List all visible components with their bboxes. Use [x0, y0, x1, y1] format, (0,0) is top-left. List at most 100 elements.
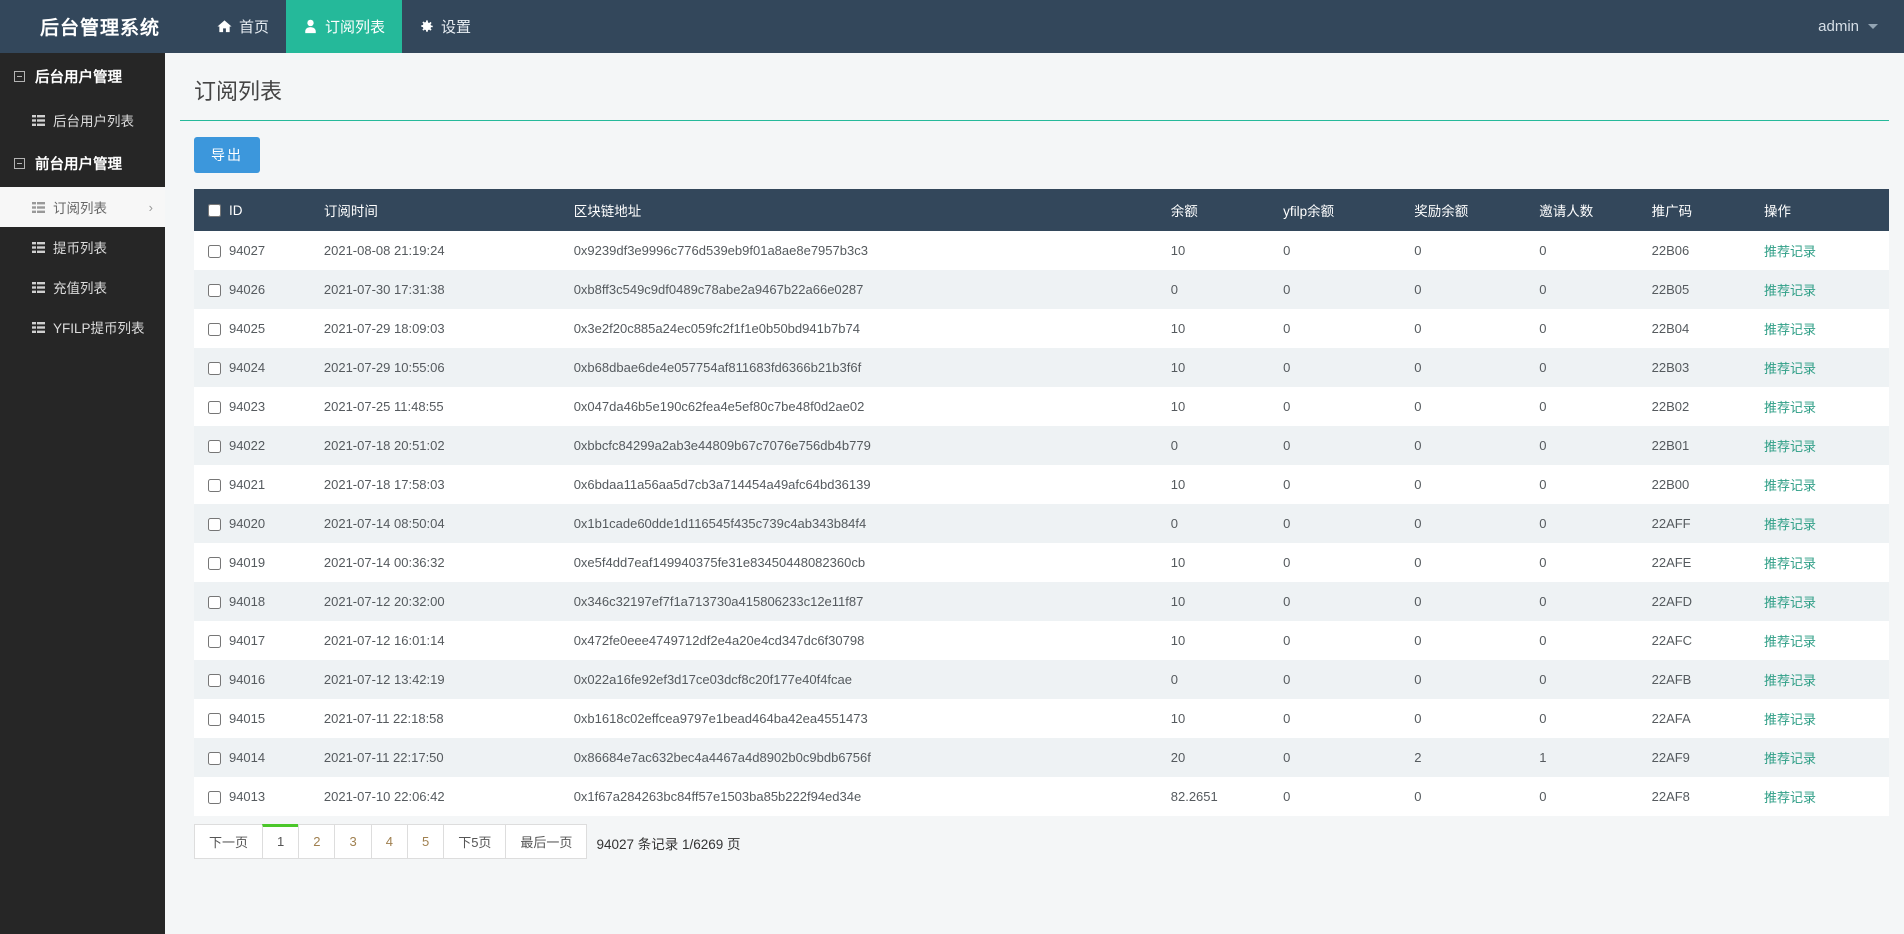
referral-record-link[interactable]: 推荐记录	[1764, 283, 1816, 298]
column-header-yfilp-balance[interactable]: yfilp余额	[1283, 189, 1414, 231]
row-checkbox[interactable]	[208, 713, 221, 726]
cell-time: 2021-07-30 17:31:38	[324, 270, 574, 309]
column-header-id[interactable]: ID	[229, 189, 324, 231]
cell-actions: 推荐记录	[1764, 348, 1889, 387]
cell-invite-count: 0	[1539, 270, 1651, 309]
list-icon	[32, 115, 45, 126]
row-checkbox[interactable]	[208, 284, 221, 297]
row-checkbox[interactable]	[208, 362, 221, 375]
sidebar-item-deposit-list[interactable]: 充值列表	[0, 267, 165, 307]
referral-record-link[interactable]: 推荐记录	[1764, 244, 1816, 259]
main-content: 订阅列表 导出 ID 订阅时间 区块链地址 余额 yfilp余额 奖励余额 邀请…	[165, 53, 1904, 934]
sidebar-item-subscription-list[interactable]: 订阅列表 ›	[0, 187, 165, 227]
row-checkbox[interactable]	[208, 674, 221, 687]
cell-address: 0x6bdaa11a56aa5d7cb3a714454a49afc64bd361…	[574, 465, 1171, 504]
referral-record-link[interactable]: 推荐记录	[1764, 478, 1816, 493]
referral-record-link[interactable]: 推荐记录	[1764, 361, 1816, 376]
sidebar-item-yfilp-withdraw-list[interactable]: YFILP提币列表	[0, 307, 165, 347]
nav-item-settings-label: 设置	[441, 16, 471, 37]
sidebar-group-backend-user-management[interactable]: 后台用户管理	[0, 53, 165, 100]
row-checkbox[interactable]	[208, 245, 221, 258]
column-header-time[interactable]: 订阅时间	[324, 189, 574, 231]
referral-record-link[interactable]: 推荐记录	[1764, 595, 1816, 610]
cell-actions: 推荐记录	[1764, 465, 1889, 504]
sidebar-item-withdraw-list[interactable]: 提币列表	[0, 227, 165, 267]
page-number-5[interactable]: 5	[407, 824, 443, 859]
sidebar-item-backend-user-list[interactable]: 后台用户列表	[0, 100, 165, 140]
cell-address: 0x472fe0eee4749712df2e4a20e4cd347dc6f307…	[574, 621, 1171, 660]
column-header-invite-count[interactable]: 邀请人数	[1539, 189, 1651, 231]
referral-record-link[interactable]: 推荐记录	[1764, 673, 1816, 688]
page-number-3[interactable]: 3	[334, 824, 370, 859]
referral-record-link[interactable]: 推荐记录	[1764, 400, 1816, 415]
referral-record-link[interactable]: 推荐记录	[1764, 556, 1816, 571]
select-all-checkbox[interactable]	[208, 204, 221, 217]
sidebar-item-label: 后台用户列表	[53, 110, 134, 130]
cell-promo-code: 22AFB	[1652, 660, 1764, 699]
cell-promo-code: 22AFD	[1652, 582, 1764, 621]
cell-balance: 0	[1171, 504, 1283, 543]
admin-username: admin	[1818, 18, 1859, 35]
cell-reward-balance: 0	[1414, 699, 1539, 738]
cell-balance: 0	[1171, 426, 1283, 465]
page-next-button[interactable]: 下一页	[194, 824, 262, 859]
referral-record-link[interactable]: 推荐记录	[1764, 751, 1816, 766]
cell-id: 94015	[229, 699, 324, 738]
row-checkbox[interactable]	[208, 557, 221, 570]
page-number-4[interactable]: 4	[371, 824, 407, 859]
page-number-2[interactable]: 2	[298, 824, 334, 859]
referral-record-link[interactable]: 推荐记录	[1764, 517, 1816, 532]
page-last-button[interactable]: 最后一页	[505, 824, 587, 859]
table-row: 940252021-07-29 18:09:030x3e2f20c885a24e…	[194, 309, 1889, 348]
cell-reward-balance: 0	[1414, 309, 1539, 348]
referral-record-link[interactable]: 推荐记录	[1764, 322, 1816, 337]
page-next-5-button[interactable]: 下5页	[443, 824, 505, 859]
nav-item-home[interactable]: 首页	[200, 0, 286, 53]
cell-id: 94019	[229, 543, 324, 582]
nav-item-settings[interactable]: 设置	[402, 0, 488, 53]
referral-record-link[interactable]: 推荐记录	[1764, 439, 1816, 454]
cell-invite-count: 0	[1539, 660, 1651, 699]
row-checkbox[interactable]	[208, 791, 221, 804]
cell-time: 2021-07-29 18:09:03	[324, 309, 574, 348]
cell-reward-balance: 0	[1414, 426, 1539, 465]
cell-reward-balance: 0	[1414, 348, 1539, 387]
row-checkbox[interactable]	[208, 518, 221, 531]
cell-balance: 10	[1171, 309, 1283, 348]
cell-actions: 推荐记录	[1764, 738, 1889, 777]
cell-time: 2021-08-08 21:19:24	[324, 231, 574, 270]
sidebar-item-label: YFILP提币列表	[53, 317, 145, 337]
row-checkbox[interactable]	[208, 401, 221, 414]
toolbar: 导出	[165, 121, 1904, 189]
cell-id: 94017	[229, 621, 324, 660]
cell-promo-code: 22B03	[1652, 348, 1764, 387]
admin-dropdown[interactable]: admin	[1800, 0, 1904, 53]
row-checkbox[interactable]	[208, 323, 221, 336]
table-row: 940182021-07-12 20:32:000x346c32197ef7f1…	[194, 582, 1889, 621]
table-row: 940152021-07-11 22:18:580xb1618c02effcea…	[194, 699, 1889, 738]
nav-item-subscription-list[interactable]: 订阅列表	[286, 0, 402, 53]
cell-id: 94023	[229, 387, 324, 426]
table-row: 940132021-07-10 22:06:420x1f67a284263bc8…	[194, 777, 1889, 816]
referral-record-link[interactable]: 推荐记录	[1764, 712, 1816, 727]
cell-yfilp-balance: 0	[1283, 777, 1414, 816]
table-row: 940202021-07-14 08:50:040x1b1cade60dde1d…	[194, 504, 1889, 543]
referral-record-link[interactable]: 推荐记录	[1764, 790, 1816, 805]
column-header-balance[interactable]: 余额	[1171, 189, 1283, 231]
sidebar-group-frontend-user-management[interactable]: 前台用户管理	[0, 140, 165, 187]
list-icon	[32, 242, 45, 253]
row-checkbox[interactable]	[208, 752, 221, 765]
row-checkbox[interactable]	[208, 479, 221, 492]
cell-time: 2021-07-11 22:18:58	[324, 699, 574, 738]
column-header-reward-balance[interactable]: 奖励余额	[1414, 189, 1539, 231]
table-row: 940242021-07-29 10:55:060xb68dbae6de4e05…	[194, 348, 1889, 387]
column-header-actions[interactable]: 操作	[1764, 189, 1889, 231]
referral-record-link[interactable]: 推荐记录	[1764, 634, 1816, 649]
row-checkbox[interactable]	[208, 596, 221, 609]
column-header-promo-code[interactable]: 推广码	[1652, 189, 1764, 231]
column-header-address[interactable]: 区块链地址	[574, 189, 1171, 231]
row-checkbox[interactable]	[208, 635, 221, 648]
export-button[interactable]: 导出	[194, 137, 260, 173]
row-checkbox[interactable]	[208, 440, 221, 453]
cell-time: 2021-07-12 20:32:00	[324, 582, 574, 621]
